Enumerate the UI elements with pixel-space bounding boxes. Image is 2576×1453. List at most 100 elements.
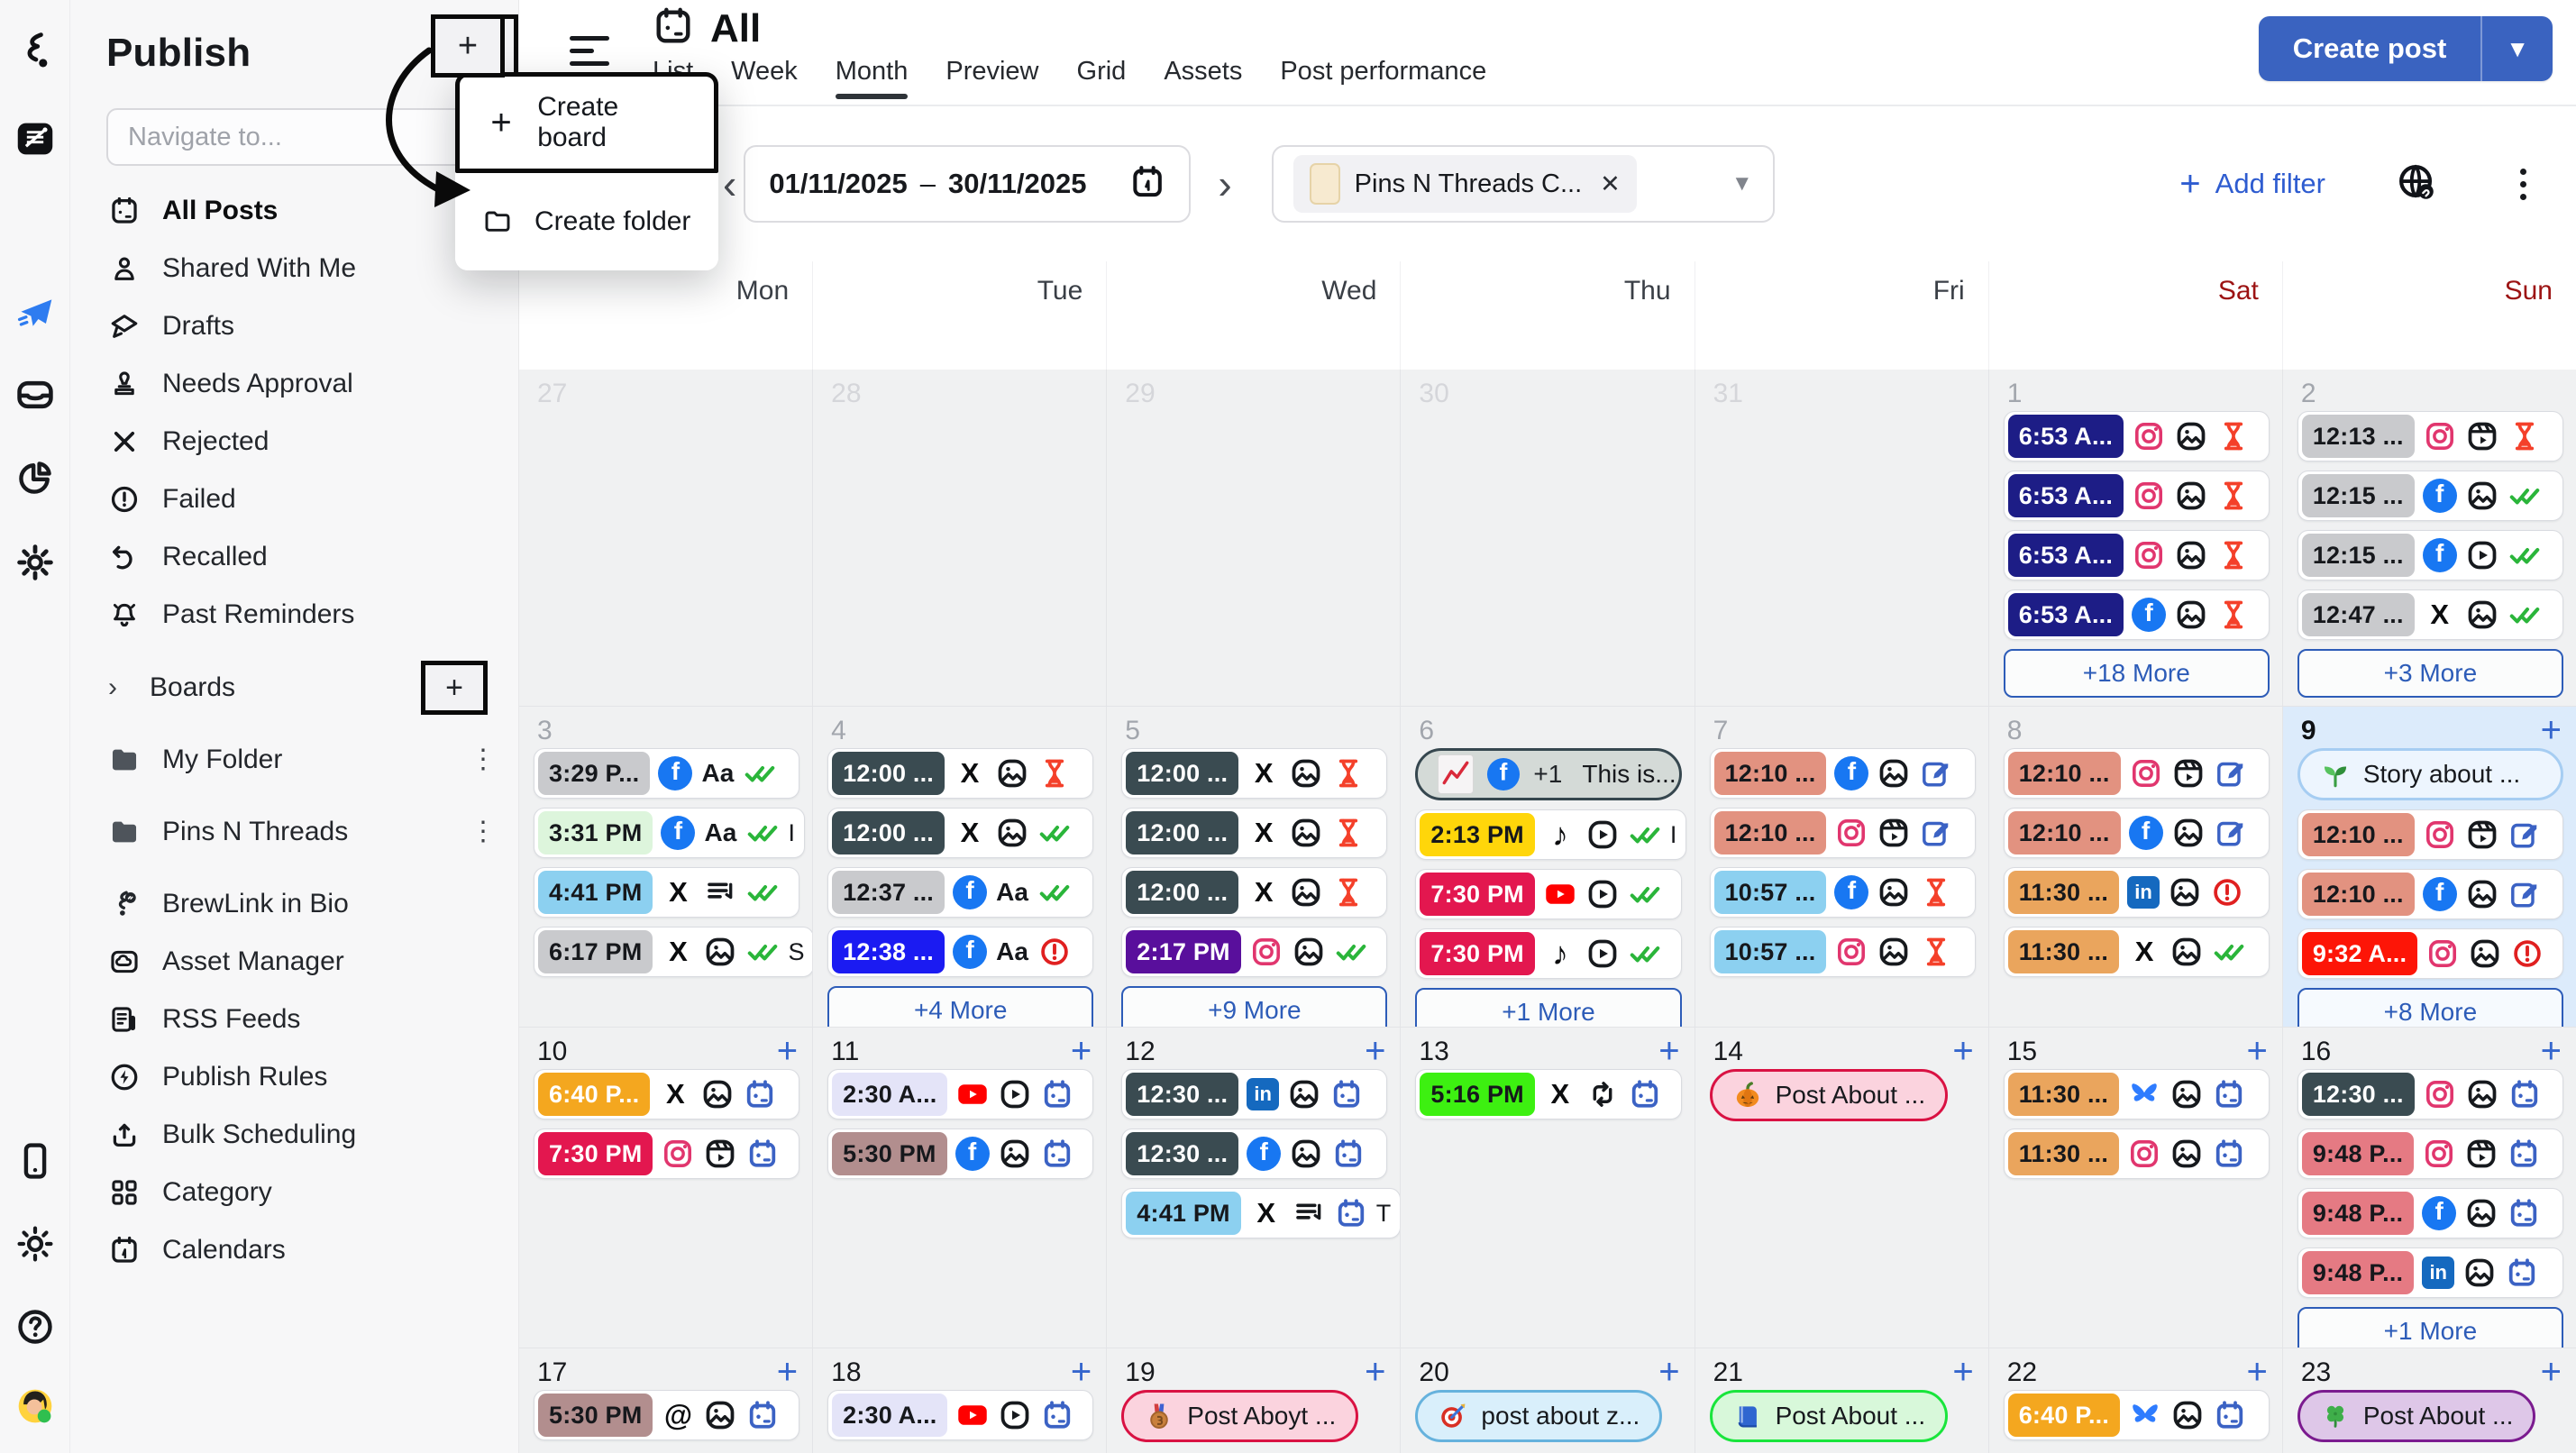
day-cell-14[interactable]: 14+Post About ... (1695, 1028, 1989, 1348)
post-pill[interactable]: 12:15 ...f (2297, 530, 2563, 580)
create-post-button[interactable]: Create post ▼ (2259, 16, 2553, 81)
tab-assets[interactable]: Assets (1164, 57, 1242, 99)
add-post-icon[interactable]: + (2541, 716, 2562, 745)
post-pill[interactable]: 12:10 ... (2297, 809, 2563, 860)
tab-grid[interactable]: Grid (1077, 57, 1127, 99)
day-cell-9[interactable]: 9+Story about ...12:10 ...12:10 ...f9:32… (2283, 707, 2576, 1027)
post-pill[interactable]: 12:10 ...f (1710, 748, 1976, 799)
sidebar-item-brewlink-in-bio[interactable]: BrewLink in Bio (70, 875, 518, 933)
add-post-icon[interactable]: + (777, 1357, 798, 1386)
day-cell-23[interactable]: 23+Post About ... (2283, 1348, 2576, 1453)
post-pill[interactable]: 6:53 A... (2004, 530, 2270, 580)
day-cell-11[interactable]: 11+2:30 A...5:30 PMf (813, 1028, 1107, 1348)
post-pill[interactable]: 12:13 ... (2297, 411, 2563, 461)
timezone-globe-icon[interactable] (2396, 161, 2437, 207)
post-pill[interactable]: 12:00 ...X (827, 748, 1093, 799)
post-pill[interactable]: 12:30 ...f (1121, 1129, 1387, 1179)
calendar-note-pill[interactable]: Post About ... (2297, 1390, 2536, 1442)
publish-nav[interactable] (12, 290, 59, 337)
boards-add-button-highlight[interactable]: + (421, 661, 488, 715)
post-pill[interactable]: 5:30 PMf (827, 1129, 1093, 1179)
post-pill[interactable]: 12:00 ...X (1121, 867, 1387, 918)
day-cell-20[interactable]: 20+post about z... (1401, 1348, 1694, 1453)
add-post-icon[interactable]: + (1952, 1037, 1973, 1065)
sidebar-item-category[interactable]: Category (70, 1164, 518, 1221)
post-pill[interactable]: 12:30 ... (2297, 1069, 2563, 1119)
add-post-icon[interactable]: + (2541, 1357, 2562, 1386)
post-pill[interactable]: 12:38 ...fAa (827, 927, 1093, 977)
tab-preview[interactable]: Preview (945, 57, 1038, 99)
post-pill[interactable]: 5:16 PMX (1415, 1069, 1681, 1119)
post-pill[interactable]: 12:37 ...fAa (827, 867, 1093, 918)
calendar-note-pill[interactable]: Story about ... (2297, 748, 2563, 800)
post-pill[interactable]: 7:30 PM (534, 1129, 799, 1179)
day-cell-1[interactable]: 16:53 A...6:53 A...6:53 A...6:53 A...f+1… (1989, 370, 2283, 706)
menu-item-create-folder[interactable]: Create folder (455, 173, 718, 270)
post-pill[interactable]: 12:10 ... (1710, 808, 1976, 858)
day-cell-10[interactable]: 10+6:40 P...X7:30 PM (519, 1028, 813, 1348)
add-post-icon[interactable]: + (1365, 1037, 1385, 1065)
folder-options-icon[interactable]: ⋮ (470, 753, 497, 768)
day-cell-6[interactable]: 6f+1This is...2:13 PM♪I7:30 PM7:30 PM♪+1… (1401, 707, 1694, 1027)
add-post-icon[interactable]: + (2246, 1037, 2267, 1065)
add-filter-button[interactable]: + Add filter (2179, 166, 2325, 202)
post-pill[interactable]: 3:31 PMfAaI (534, 808, 805, 858)
post-pill[interactable]: 12:10 ... (2004, 748, 2270, 799)
prev-month-button[interactable]: ‹ (723, 160, 736, 208)
create-menu-button-highlight[interactable]: + (431, 14, 505, 78)
sidebar-item-rejected[interactable]: Rejected (70, 413, 518, 471)
post-pill[interactable]: 10:57 ... (1710, 927, 1976, 977)
post-pill[interactable]: 12:00 ...X (827, 808, 1093, 858)
post-pill[interactable]: 7:30 PM (1415, 869, 1681, 919)
day-cell-28[interactable]: 28 (813, 370, 1107, 706)
post-pill[interactable]: 10:57 ...f (1710, 867, 1976, 918)
more-posts-button[interactable]: +8 More (2297, 988, 2563, 1027)
post-pill[interactable]: 4:41 PMXT (1121, 1188, 1401, 1238)
post-pill[interactable]: 12:15 ...f (2297, 471, 2563, 521)
dropdown-caret-icon[interactable]: ▼ (1731, 171, 1753, 196)
calendar-note-pill[interactable]: Post Aboyt ... (1121, 1390, 1358, 1442)
more-posts-button[interactable]: +3 More (2297, 649, 2563, 698)
sidebar-folder-my-folder[interactable]: My Folder⋮ (70, 731, 518, 789)
sidebar-toggle-icon[interactable] (570, 36, 609, 66)
day-cell-3[interactable]: 33:29 P...fAa3:31 PMfAaI4:41 PMX6:17 PMX… (519, 707, 813, 1027)
help[interactable] (12, 1303, 59, 1350)
day-cell-16[interactable]: 16+12:30 ...9:48 P...9:48 P...f9:48 P...… (2283, 1028, 2576, 1348)
sidebar-item-all-posts[interactable]: All Posts (70, 182, 518, 240)
analytics-nav[interactable] (12, 454, 59, 501)
day-cell-21[interactable]: 21+Post About ... (1695, 1348, 1989, 1453)
post-pill[interactable]: 3:29 P...fAa (534, 748, 799, 799)
sidebar-item-calendars[interactable]: Calendars (70, 1221, 518, 1279)
post-pill[interactable]: 6:40 P...X (534, 1069, 799, 1119)
sidebar-item-failed[interactable]: Failed (70, 471, 518, 528)
navigate-search-input[interactable]: Navigate to... (106, 108, 486, 166)
day-cell-5[interactable]: 512:00 ...X12:00 ...X12:00 ...X2:17 PM+9… (1107, 707, 1401, 1027)
day-cell-30[interactable]: 30 (1401, 370, 1694, 706)
post-pill[interactable]: 11:30 ...in (2004, 867, 2270, 918)
more-posts-button[interactable]: +1 More (1415, 988, 1681, 1027)
day-cell-29[interactable]: 29 (1107, 370, 1401, 706)
next-month-button[interactable]: › (1218, 160, 1231, 208)
post-pill[interactable]: 9:32 A... (2297, 928, 2563, 979)
post-pill[interactable]: 6:40 P... (2004, 1390, 2270, 1440)
filter-chip[interactable]: Pins N Threads C... ✕ (1293, 155, 1637, 213)
sidebar-item-needs-approval[interactable]: Needs Approval (70, 355, 518, 413)
sidebar-item-drafts[interactable]: Drafts (70, 297, 518, 355)
day-cell-17[interactable]: 17+5:30 PM@ (519, 1348, 813, 1453)
tab-week[interactable]: Week (731, 57, 798, 99)
mobile-app[interactable] (12, 1138, 59, 1184)
day-cell-2[interactable]: 212:13 ...12:15 ...f12:15 ...f12:47 ...X… (2283, 370, 2576, 706)
user-avatar[interactable] (12, 1383, 59, 1430)
add-post-icon[interactable]: + (1071, 1357, 1092, 1386)
calendar-note-pill[interactable]: post about z... (1415, 1390, 1662, 1442)
theme-toggle[interactable] (12, 1220, 59, 1267)
day-cell-4[interactable]: 412:00 ...X12:00 ...X12:37 ...fAa12:38 .… (813, 707, 1107, 1027)
day-cell-12[interactable]: 12+12:30 ...in12:30 ...f4:41 PMXT (1107, 1028, 1401, 1348)
inbox-nav[interactable] (12, 371, 59, 418)
day-cell-15[interactable]: 15+11:30 ...11:30 ... (1989, 1028, 2283, 1348)
add-post-icon[interactable]: + (777, 1037, 798, 1065)
post-pill[interactable]: 6:17 PMXS (534, 927, 813, 977)
sidebar-folder-pins-n-threads[interactable]: Pins N Threads⋮ (70, 803, 518, 861)
plus-icon[interactable]: + (425, 665, 483, 710)
day-cell-22[interactable]: 22+6:40 P... (1989, 1348, 2283, 1453)
